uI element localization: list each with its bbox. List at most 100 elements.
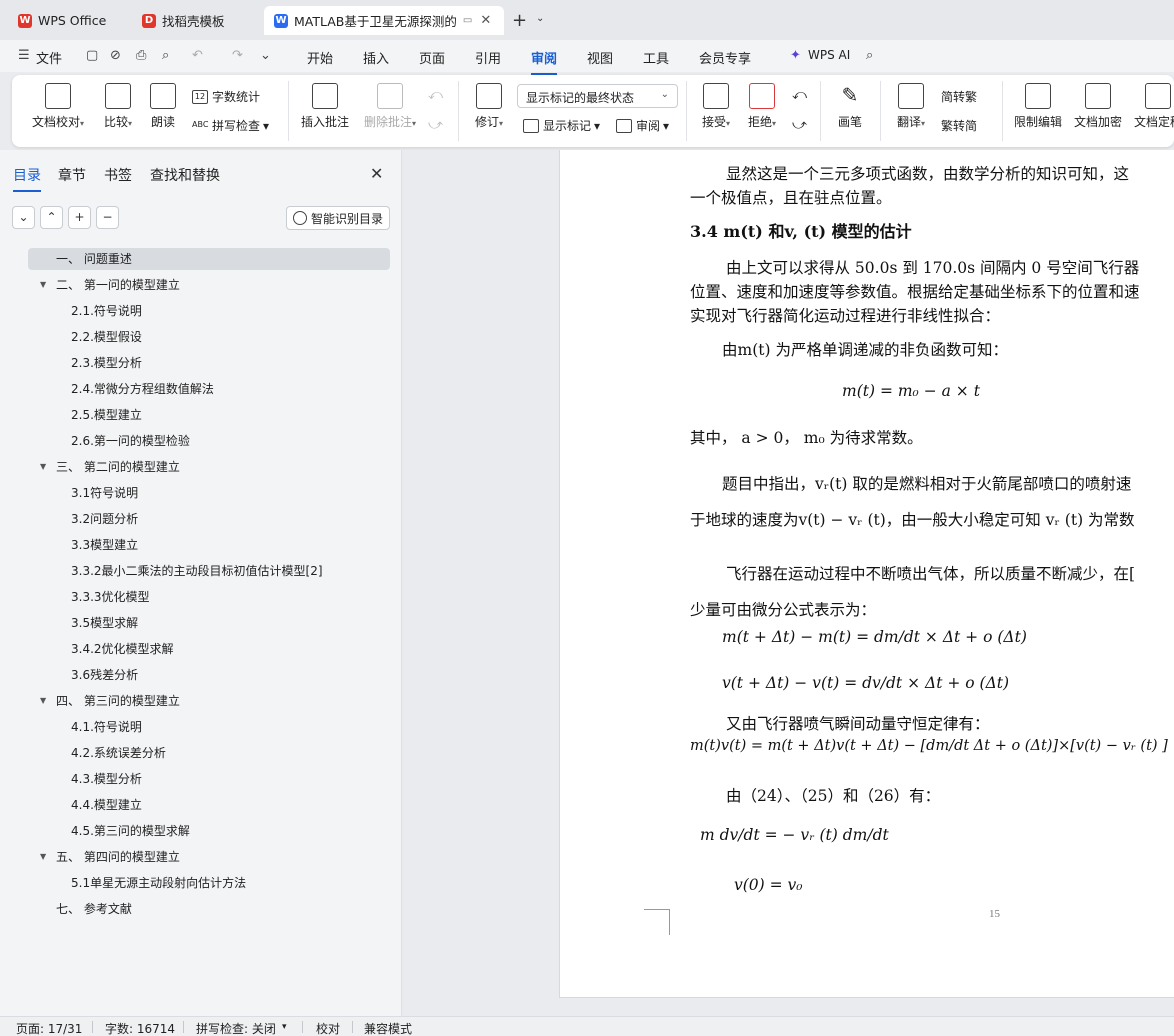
menu-file[interactable]: 文件 [36,48,62,67]
tab-docer[interactable]: D 找稻壳模板 [132,6,258,35]
compare-button[interactable]: 比较▾ [96,83,140,130]
accept-button[interactable]: 接受▾ [698,83,734,130]
ribbon-divider [458,81,459,141]
redo-icon[interactable]: ↷ [232,48,243,63]
document-canvas[interactable]: 显然这是一个三元多项式函数，由数学分析的知识可知，这 一个极值点，且在驻点位置。… [403,150,1174,1016]
chevron-down-icon[interactable]: ⌄ [536,13,544,24]
expand-arrow-icon[interactable]: ▼ [40,690,46,712]
toc-item[interactable]: 3.5模型求解 [71,612,390,634]
reject-button[interactable]: 拒绝▾ [744,83,780,130]
toc-item-label: 4.4.模型建立 [71,798,142,812]
tab-document[interactable]: W MATLAB基于卫星无源探测的 ▭ ✕ [264,6,504,35]
insert-comment-button[interactable]: 插入批注 [300,83,350,130]
menu-page[interactable]: 页面 [419,48,445,67]
menu-tools[interactable]: 工具 [643,48,669,67]
tab-wps-office[interactable]: W WPS Office [8,6,124,35]
menu-icon[interactable]: ☰ [18,48,30,63]
menu-review[interactable]: 审阅 [531,48,558,75]
menu-wps-ai[interactable]: WPS AI [808,48,850,62]
revise-button[interactable]: 修订▾ [470,83,508,130]
status-proofread[interactable]: 校对 [316,1020,340,1036]
toc-item[interactable]: 4.4.模型建立 [71,794,390,816]
expand-arrow-icon[interactable]: ▼ [40,456,46,478]
show-markup-button[interactable]: 显示标记 ▾ [523,117,600,134]
toc-item[interactable]: 2.6.第一问的模型检验 [71,430,390,452]
toc-item[interactable]: 七、 参考文献 [28,898,390,920]
remove-heading-button[interactable]: − [96,206,119,229]
toc-item[interactable]: ▼ 二、 第一问的模型建立 [28,274,390,296]
new-tab-icon[interactable]: + [512,10,527,31]
toc-item[interactable]: 3.3.3优化模型 [71,586,390,608]
expand-arrow-icon[interactable]: ▼ [40,846,46,868]
tab-sections[interactable]: 章节 [58,165,86,185]
doc-encrypt-button[interactable]: 文档加密 [1072,83,1124,130]
document-page[interactable]: 显然这是一个三元多项式函数，由数学分析的知识可知，这 一个极值点，且在驻点位置。… [559,150,1174,998]
toc-item[interactable]: 2.2.模型假设 [71,326,390,348]
toc-item[interactable]: 2.4.常微分方程组数值解法 [71,378,390,400]
menu-reference[interactable]: 引用 [475,48,501,67]
to-simplified-button[interactable]: 繁转简 [941,117,977,134]
next-comment-icon[interactable]: ⤻ [428,117,443,133]
next-revision-icon[interactable]: ⤻ [792,117,807,133]
status-spell-check[interactable]: 拼写检查: 关闭 [196,1020,276,1036]
toc-item[interactable]: 3.1符号说明 [71,482,390,504]
collapse-up-button[interactable]: ⌃ [40,206,63,229]
toc-item[interactable]: 2.3.模型分析 [71,352,390,374]
tab-toc[interactable]: 目录 [13,165,41,192]
toc-item[interactable]: 3.3.2最小二乘法的主动段目标初值估计模型[2] [71,560,390,582]
toc-item[interactable]: 4.5.第三问的模型求解 [71,820,390,842]
markup-mode-select[interactable]: 显示标记的最终状态 ⌄ [517,84,678,108]
toc-item[interactable]: 4.2.系统误差分析 [71,742,390,764]
toc-item[interactable]: 2.5.模型建立 [71,404,390,426]
close-icon[interactable]: ✕ [370,164,383,183]
toc-item[interactable]: 一、 问题重述 [28,248,390,270]
status-page[interactable]: 页面: 17/31 [16,1020,82,1036]
smart-toc-button[interactable]: 智能识别目录 [286,206,390,230]
toc-item[interactable]: 4.3.模型分析 [71,768,390,790]
menu-member[interactable]: 会员专享 [699,48,751,67]
to-traditional-button[interactable]: 简转繁 [941,88,977,105]
toc-item[interactable]: 3.4.2优化模型求解 [71,638,390,660]
delete-comment-button[interactable]: 删除批注▾ [360,83,420,130]
prev-revision-icon[interactable]: ⤺ [792,87,807,103]
read-aloud-button[interactable]: 朗读 [148,83,178,130]
status-word-count[interactable]: 字数: 16714 [105,1020,175,1036]
translate-button[interactable]: 翻译▾ [892,83,930,130]
add-heading-button[interactable]: + [68,206,91,229]
chevron-down-icon[interactable]: ▾ [282,1022,287,1032]
toc-item[interactable]: 4.1.符号说明 [71,716,390,738]
menu-insert[interactable]: 插入 [363,48,389,67]
toc-item[interactable]: ▼ 五、 第四问的模型建立 [28,846,390,868]
menu-home[interactable]: 开始 [307,48,333,67]
close-icon[interactable]: ✕ [480,13,491,28]
doc-finalize-button[interactable]: 文档定稿 [1132,83,1174,130]
chevron-down-icon[interactable]: ⌄ [260,48,271,63]
save-icon[interactable]: ▢ [86,48,98,63]
expand-down-button[interactable]: ⌄ [12,206,35,229]
word-count-button[interactable]: 12 字数统计 [192,88,260,105]
expand-arrow-icon[interactable]: ▼ [40,274,46,296]
prev-comment-icon[interactable]: ⤺ [428,87,443,103]
print-preview-icon[interactable]: ⌕ [162,48,169,63]
toc-item[interactable]: 3.6残差分析 [71,664,390,686]
toc-item[interactable]: 3.2问题分析 [71,508,390,530]
spell-check-button[interactable]: ABC 拼写检查 ▾ [192,117,269,134]
toc-item[interactable]: 3.3模型建立 [71,534,390,556]
menu-view[interactable]: 视图 [587,48,613,67]
to-traditional-label: 简转繁 [941,90,978,104]
search-icon[interactable]: ⌕ [866,48,873,63]
toc-item-label: 二、 第一问的模型建立 [56,278,180,292]
toc-item[interactable]: ▼ 四、 第三问的模型建立 [28,690,390,712]
doc-check-button[interactable]: 文档校对▾ [28,83,88,130]
toc-item[interactable]: 5.1单星无源主动段射向估计方法 [71,872,390,894]
review-pane-button[interactable]: 审阅 ▾ [616,117,669,134]
toc-item[interactable]: ▼ 三、 第二问的模型建立 [28,456,390,478]
tab-bookmarks[interactable]: 书签 [104,165,132,185]
print-icon[interactable]: ⎙ [136,48,146,63]
link-icon[interactable]: ⊘ [110,48,121,63]
tab-find-replace[interactable]: 查找和替换 [150,165,220,185]
toc-item[interactable]: 2.1.符号说明 [71,300,390,322]
pen-button[interactable]: ✎ 画笔 [834,83,866,130]
undo-icon[interactable]: ↶ [192,48,203,63]
restrict-edit-button[interactable]: 限制编辑 [1012,83,1064,130]
